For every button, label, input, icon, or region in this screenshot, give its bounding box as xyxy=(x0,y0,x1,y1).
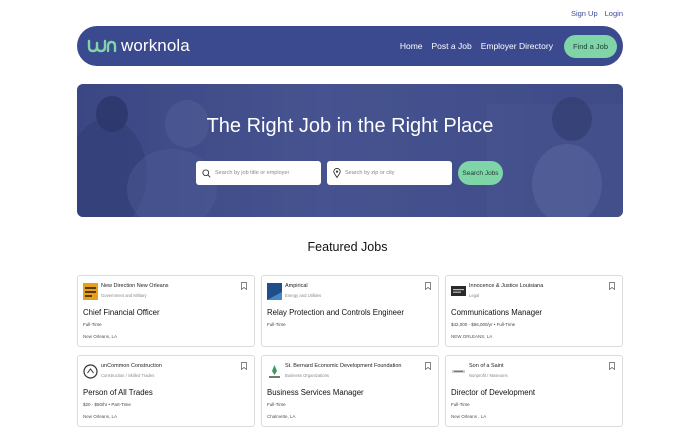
job-meta: $42,000 - $56,000/yr • Full-Time xyxy=(451,322,516,327)
company-category: Energy and Utilities xyxy=(285,293,322,298)
login-link[interactable]: Login xyxy=(605,9,623,18)
company-logo-icon xyxy=(267,283,282,300)
nav-employer-directory[interactable]: Employer Directory xyxy=(481,41,553,51)
job-card[interactable]: Ampirical Energy and Utilities Relay Pro… xyxy=(261,275,439,347)
company-category: Construction / Skilled Trades xyxy=(101,373,155,378)
company-category: Nonprofit / Museums xyxy=(469,373,508,378)
hero-title: The Right Job in the Right Place xyxy=(206,115,494,137)
company-name[interactable]: unCommon Construction xyxy=(101,363,162,369)
company-name[interactable]: Son of a Saint xyxy=(469,363,504,369)
job-location: NEW ORLEANS, LA xyxy=(451,334,493,339)
job-card[interactable]: unCommon Construction Construction / Ski… xyxy=(77,355,255,427)
logo[interactable]: worknola xyxy=(87,36,190,56)
featured-jobs-heading: Featured Jobs xyxy=(307,240,388,254)
job-location: New Orleans, LA xyxy=(83,334,118,339)
logo-text: worknola xyxy=(121,36,190,55)
bookmark-icon[interactable] xyxy=(609,282,615,290)
search-jobs-button[interactable]: Search Jobs xyxy=(458,161,503,185)
job-card[interactable]: Son of a Saint Nonprofit / Museums Direc… xyxy=(445,355,623,427)
location-pin-icon xyxy=(333,168,341,178)
navbar: worknola Home Post a Job Employer Direct… xyxy=(77,26,623,66)
job-meta: Full-Time xyxy=(83,322,102,327)
company-logo-icon xyxy=(83,283,98,300)
company-category: Government and Military xyxy=(101,293,147,298)
company-name[interactable]: St. Bernard Economic Development Foundat… xyxy=(285,363,401,369)
job-meta: Full-Time xyxy=(267,322,286,327)
company-name[interactable]: New Direction New Orleans xyxy=(101,283,169,289)
company-logo-icon xyxy=(452,370,465,373)
hero-banner: The Right Job in the Right Place Search … xyxy=(77,84,623,217)
job-search-field[interactable] xyxy=(196,161,321,185)
top-links: Sign Up Login xyxy=(571,9,623,18)
company-name[interactable]: Innocence & Justice Louisiana xyxy=(469,283,543,289)
job-location: New Orleans, LA xyxy=(83,414,118,419)
job-card[interactable]: New Direction New Orleans Government and… xyxy=(77,275,255,347)
bookmark-icon[interactable] xyxy=(425,282,431,290)
job-search-input[interactable] xyxy=(215,170,315,176)
job-location: Chalmette, LA xyxy=(267,414,296,419)
bookmark-icon[interactable] xyxy=(241,282,247,290)
search-bar: Search Jobs xyxy=(196,161,503,185)
hero-photo-image xyxy=(77,84,623,217)
nav-links: Home Post a Job Employer Directory Find … xyxy=(400,34,617,58)
search-icon xyxy=(202,168,211,178)
job-card[interactable]: St. Bernard Economic Development Foundat… xyxy=(261,355,439,427)
company-logo-icon xyxy=(83,364,98,379)
company-category: Business Organizations xyxy=(285,373,329,378)
bookmark-icon[interactable] xyxy=(425,362,431,370)
nav-home[interactable]: Home xyxy=(400,41,423,51)
location-search-field[interactable] xyxy=(327,161,452,185)
sign-up-link[interactable]: Sign Up xyxy=(571,9,598,18)
job-meta: Full-Time xyxy=(267,402,286,407)
job-location: New Orleans , LA xyxy=(451,414,487,419)
nav-post-a-job[interactable]: Post a Job xyxy=(432,41,472,51)
company-logo-icon xyxy=(451,286,466,296)
job-title[interactable]: Relay Protection and Controls Engineer xyxy=(267,308,404,317)
find-a-job-button[interactable]: Find a Job xyxy=(563,34,617,58)
company-name[interactable]: Ampirical xyxy=(285,283,308,289)
job-meta: Full-Time xyxy=(451,402,470,407)
worknola-logo-icon xyxy=(87,39,117,53)
bookmark-icon[interactable] xyxy=(609,362,615,370)
bookmark-icon[interactable] xyxy=(241,362,247,370)
job-title[interactable]: Communications Manager xyxy=(451,308,542,317)
job-title[interactable]: Chief Financial Officer xyxy=(83,308,160,317)
location-search-input[interactable] xyxy=(345,170,445,176)
job-title[interactable]: Business Services Manager xyxy=(267,388,364,397)
job-card[interactable]: Innocence & Justice Louisiana Legal Comm… xyxy=(445,275,623,347)
job-title[interactable]: Person of All Trades xyxy=(83,388,153,397)
job-title[interactable]: Director of Development xyxy=(451,388,535,397)
company-category: Legal xyxy=(469,293,480,298)
company-logo-icon xyxy=(269,365,280,378)
job-meta: $20 - $50/hr • Part-Time xyxy=(83,402,131,407)
